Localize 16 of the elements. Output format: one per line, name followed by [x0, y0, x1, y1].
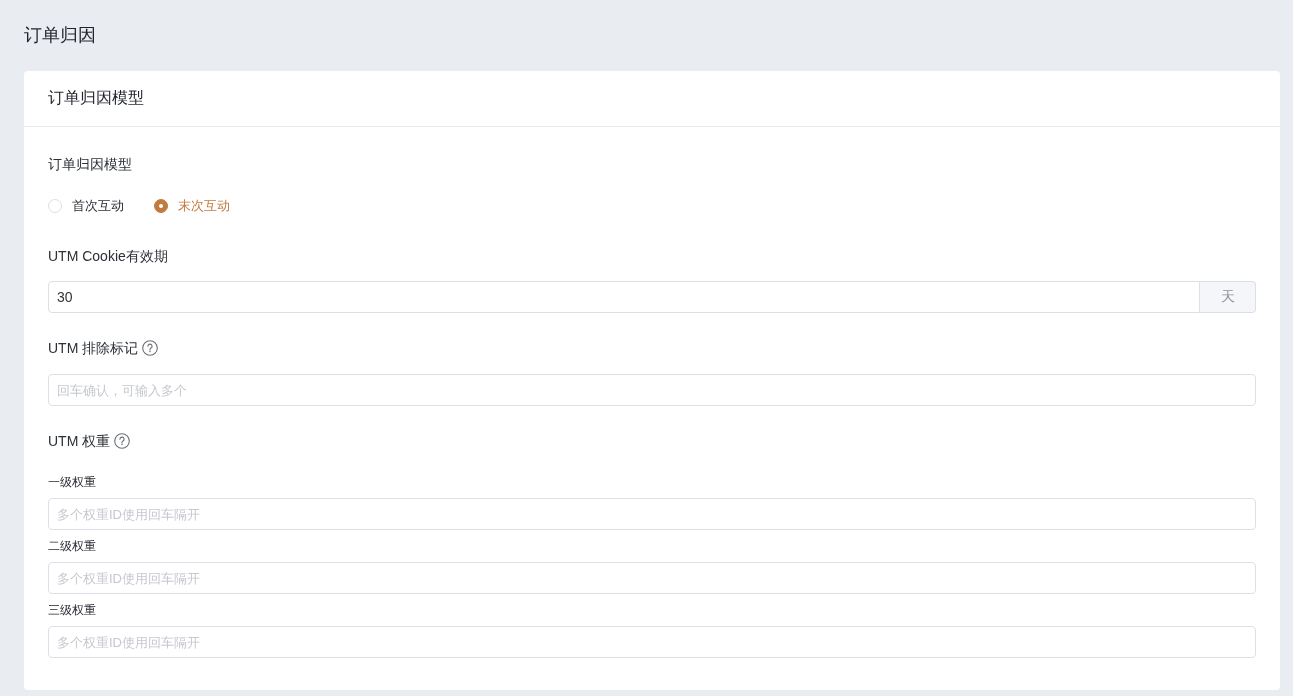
input-field[interactable]: 30 — [48, 281, 1200, 313]
card-title: 订单归因模型 — [48, 88, 144, 108]
radio-label[interactable]: 首次互动 — [72, 195, 124, 217]
radio-label[interactable]: 末次互动 — [178, 195, 230, 217]
page-title: 订单归因 — [24, 25, 96, 45]
field-label: UTM Cookie有效期 — [48, 247, 168, 266]
radio-button[interactable] — [154, 199, 168, 213]
level-label: 三级权重 — [48, 602, 96, 619]
help-icon[interactable] — [142, 340, 159, 356]
unit-label: 天 — [1200, 281, 1256, 313]
level-label: 一级权重 — [48, 474, 96, 491]
field-label: 订单归因模型 — [48, 155, 132, 174]
help-icon[interactable] — [114, 433, 131, 449]
field-label: UTM 权重 — [48, 432, 111, 451]
level-label: 二级权重 — [48, 538, 96, 555]
field-label: UTM 排除标记 — [48, 339, 139, 358]
